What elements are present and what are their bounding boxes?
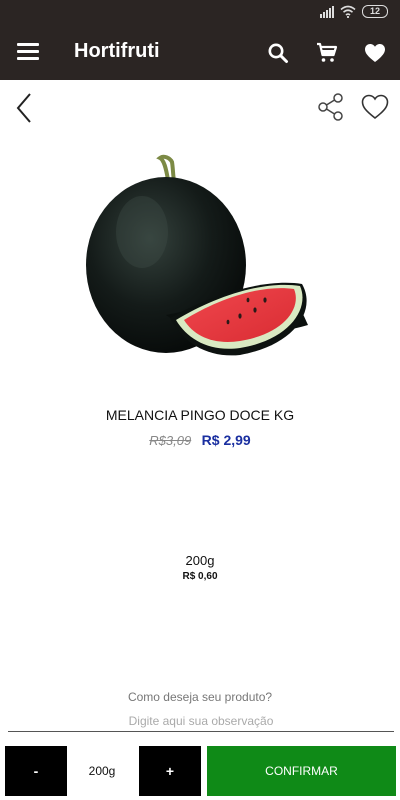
cart-icon[interactable] — [315, 41, 339, 65]
favorites-heart-icon[interactable] — [363, 41, 387, 65]
bottom-bar: - 200g + CONFIRMAR — [0, 743, 400, 800]
wifi-icon — [340, 5, 356, 18]
current-price: R$ 2,99 — [201, 432, 251, 448]
app-title: Hortifruti — [74, 40, 160, 62]
selected-weight: 200g — [185, 553, 215, 568]
status-icons: 12 — [320, 5, 388, 18]
battery-icon: 12 — [362, 5, 388, 18]
price-row: R$3,09 R$ 2,99 — [0, 432, 400, 450]
observation-question: Como deseja seu produto? — [127, 690, 273, 704]
product-image-watermelon — [86, 154, 308, 356]
quantity-value: 200g — [88, 764, 116, 778]
back-arrow-icon[interactable] — [12, 90, 38, 126]
signal-icon — [320, 5, 334, 18]
share-icon[interactable] — [316, 92, 346, 122]
old-price: R$3,09 — [149, 433, 192, 448]
confirm-button[interactable]: CONFIRMAR — [207, 746, 396, 796]
product-nav — [0, 84, 400, 132]
increase-quantity-button[interactable]: + — [139, 746, 201, 796]
app-bar: Hortifruti — [0, 26, 400, 80]
product-name: MELANCIA PINGO DOCE KG — [105, 407, 295, 423]
observation-input[interactable] — [8, 710, 394, 732]
decrease-quantity-button[interactable]: - — [5, 746, 67, 796]
status-bar: 12 — [0, 0, 400, 26]
favorite-heart-outline-icon[interactable] — [360, 92, 390, 122]
weight-price: R$ 0,60 — [182, 571, 218, 582]
menu-icon[interactable] — [17, 43, 39, 63]
search-icon[interactable] — [266, 41, 290, 65]
